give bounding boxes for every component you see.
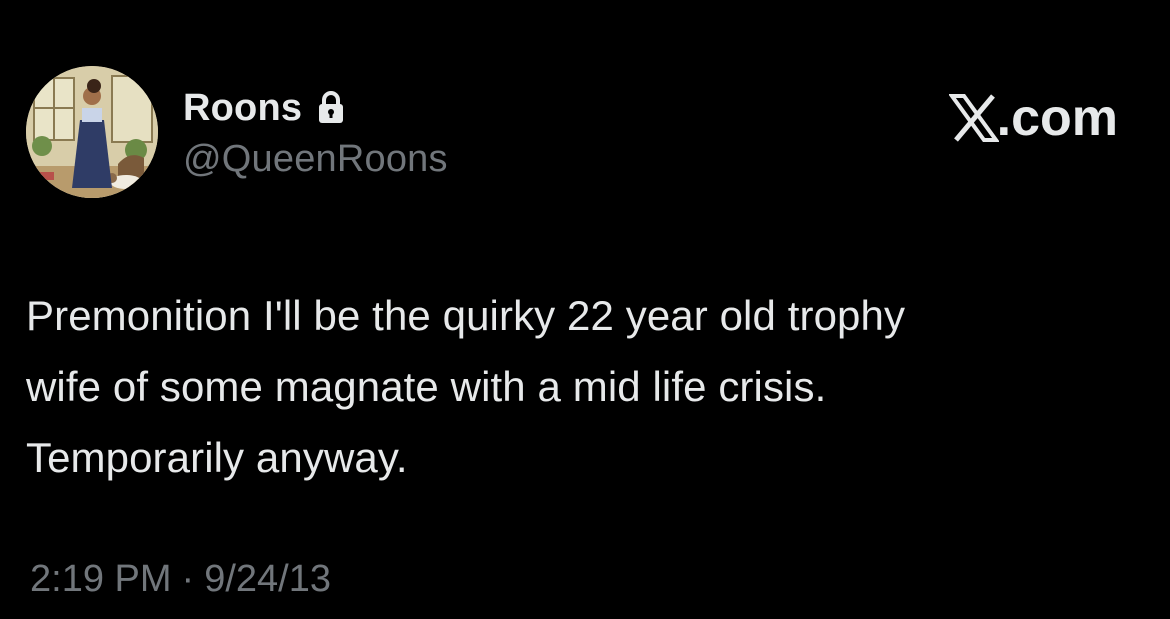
meta-separator: · [181,558,195,600]
user-block: Roons @QueenRoons [183,84,448,181]
tweet-card: Roons @QueenRoons .com Premonition I'll … [0,0,1170,619]
x-logo-icon [947,94,1000,142]
display-name[interactable]: Roons [183,87,302,130]
site-logo[interactable]: .com [947,88,1118,148]
tweet-meta: 2:19 PM · 9/24/13 [30,558,331,601]
tweet-date[interactable]: 9/24/13 [204,558,331,600]
lock-icon [316,90,346,124]
avatar-illustration [26,66,158,198]
site-name: .com [996,89,1118,147]
tweet-text: Premonition I'll be the quirky 22 year o… [26,292,906,481]
profile-avatar[interactable] [26,66,158,198]
name-row: Roons [183,84,448,132]
user-handle[interactable]: @QueenRoons [183,138,448,181]
tweet-time[interactable]: 2:19 PM [30,558,172,600]
